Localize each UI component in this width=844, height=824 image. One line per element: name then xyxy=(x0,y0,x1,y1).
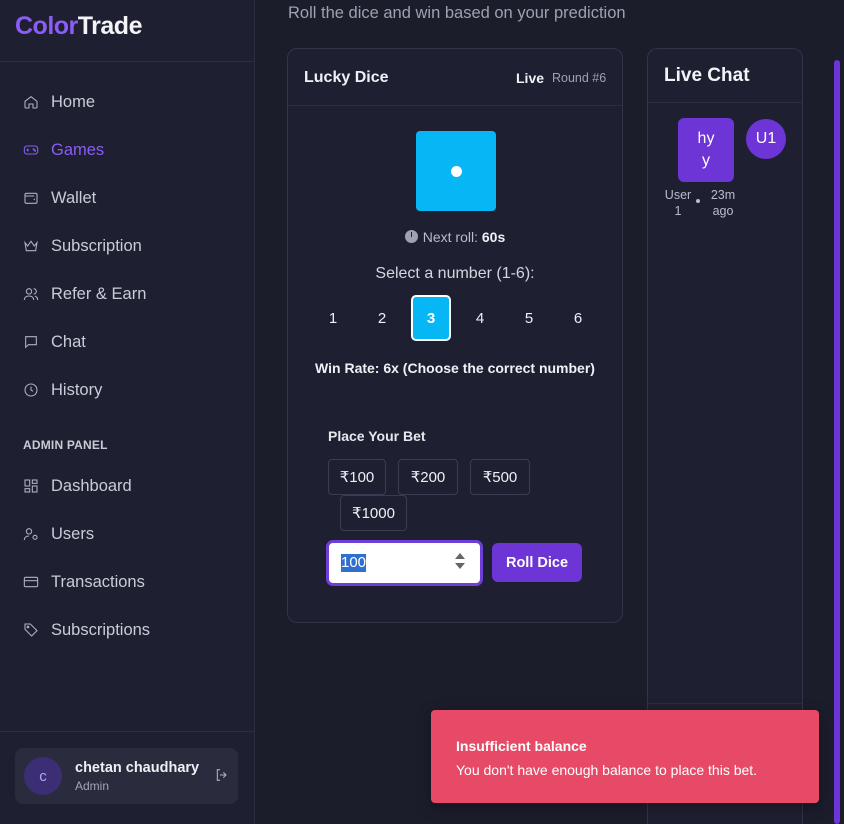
lucky-dice-card: Lucky Dice Live Round #6 Next roll: 60s … xyxy=(287,48,623,623)
number-option-6[interactable]: 6 xyxy=(558,295,598,341)
avatar[interactable]: c xyxy=(24,757,62,795)
sidebar-item-label: Users xyxy=(51,524,95,543)
bet-chip-1000[interactable]: ₹1000 xyxy=(340,495,407,531)
user-role: Admin xyxy=(75,779,110,793)
gamepad-icon xyxy=(22,141,40,159)
sidebar-item-chat[interactable]: Chat xyxy=(0,318,254,366)
tag-icon xyxy=(22,621,40,639)
sidebar-item-label: Subscriptions xyxy=(51,620,151,639)
brand-logo-part1: Color xyxy=(15,12,78,40)
chat-message-user: User 1 xyxy=(664,187,692,219)
sidebar-item-dashboard[interactable]: Dashboard xyxy=(0,462,254,510)
spinner-down-icon[interactable] xyxy=(455,563,465,569)
sidebar-item-refer-earn[interactable]: Refer & Earn xyxy=(0,270,254,318)
number-option-3[interactable]: 3 xyxy=(411,295,451,341)
game-card-header: Lucky Dice Live Round #6 xyxy=(288,49,622,106)
sidebar-item-label: Subscription xyxy=(51,236,142,255)
user-name: chetan chaudhary xyxy=(75,760,200,776)
sidebar-item-label: History xyxy=(51,380,103,399)
toast-title: Insufficient balance xyxy=(456,738,587,754)
sidebar-item-label: Home xyxy=(51,92,96,111)
chat-message-line: hy xyxy=(697,130,715,147)
user-profile-card: c chetan chaudhary Admin xyxy=(15,748,238,804)
sidebar-item-label: Games xyxy=(51,140,105,159)
logout-icon[interactable] xyxy=(214,767,232,785)
sidebar-item-games[interactable]: Games xyxy=(0,126,254,174)
sidebar-item-subscriptions[interactable]: Subscriptions xyxy=(0,606,254,654)
sidebar-item-home[interactable]: Home xyxy=(0,78,254,126)
number-option-2[interactable]: 2 xyxy=(362,295,402,341)
sidebar: ColorTrade Home Games Wallet Subscriptio… xyxy=(0,0,255,824)
number-option-1[interactable]: 1 xyxy=(313,295,353,341)
next-roll-timer: Next roll: 60s xyxy=(288,229,622,245)
bet-amount-value: 100 xyxy=(341,554,367,571)
bet-chip-100[interactable]: ₹100 xyxy=(328,459,386,495)
home-icon xyxy=(22,93,40,111)
sidebar-divider xyxy=(0,61,254,62)
users-icon xyxy=(22,285,40,303)
sidebar-item-label: Transactions xyxy=(51,572,145,591)
bet-amount-input[interactable]: 100 xyxy=(326,540,483,586)
clock-icon xyxy=(22,381,40,399)
sidebar-item-label: Dashboard xyxy=(51,476,132,495)
admin-panel-heading: ADMIN PANEL xyxy=(23,438,108,452)
sidebar-bottom-divider xyxy=(0,731,254,732)
win-rate-text: Win Rate: 6x (Choose the correct number) xyxy=(315,360,595,376)
live-status: Live xyxy=(516,70,545,86)
chat-title: Live Chat xyxy=(664,65,750,86)
clock-icon xyxy=(404,230,418,243)
next-roll-label: Next roll: xyxy=(422,229,478,245)
dice-pip xyxy=(451,166,462,177)
toast-message: You don't have enough balance to place t… xyxy=(456,762,758,778)
next-roll-value: 60s xyxy=(481,229,506,245)
error-toast[interactable]: Insufficient balance You don't have enou… xyxy=(431,710,819,803)
select-number-label: Select a number (1-6): xyxy=(375,265,535,282)
roll-dice-button[interactable]: Roll Dice xyxy=(492,543,582,582)
sidebar-item-label: Refer & Earn xyxy=(51,284,147,303)
card-icon xyxy=(22,573,40,591)
sidebar-item-transactions[interactable]: Transactions xyxy=(0,558,254,606)
number-option-5[interactable]: 5 xyxy=(509,295,549,341)
chat-avatar: U1 xyxy=(746,119,786,159)
sidebar-item-wallet[interactable]: Wallet xyxy=(0,174,254,222)
bet-chip-200[interactable]: ₹200 xyxy=(398,459,458,495)
chat-message-time: 23m ago xyxy=(706,187,740,219)
brand-logo-part2: Trade xyxy=(77,12,143,40)
game-title: Lucky Dice xyxy=(304,69,389,86)
page-subtitle: Roll the dice and win based on your pred… xyxy=(288,4,626,22)
chat-header: Live Chat xyxy=(648,49,802,103)
sidebar-item-users[interactable]: Users xyxy=(0,510,254,558)
sidebar-item-subscription[interactable]: Subscription xyxy=(0,222,254,270)
crown-icon xyxy=(22,237,40,255)
bet-chip-500[interactable]: ₹500 xyxy=(470,459,530,495)
chat-footer-divider xyxy=(648,703,802,704)
user-cog-icon xyxy=(22,525,40,543)
spinner-up-icon[interactable] xyxy=(455,553,465,559)
chat-time-line: 23m xyxy=(710,188,736,202)
chat-time-line: ago xyxy=(712,204,734,218)
brand-logo[interactable]: ColorTrade xyxy=(15,12,142,41)
number-spinner[interactable] xyxy=(455,553,465,573)
dice-face xyxy=(416,131,496,211)
wallet-icon xyxy=(22,189,40,207)
meta-separator xyxy=(696,199,700,203)
sidebar-item-label: Chat xyxy=(51,332,86,351)
dashboard-icon xyxy=(22,477,40,495)
chat-user-line: User xyxy=(664,188,692,202)
message-icon xyxy=(22,333,40,351)
live-chat-panel: Live Chat hy y U1 User 1 23m ago xyxy=(647,48,803,824)
chat-message-line: y xyxy=(702,152,710,169)
number-option-4[interactable]: 4 xyxy=(460,295,500,341)
chat-message-bubble: hy y xyxy=(678,118,734,182)
chat-user-line: 1 xyxy=(674,204,682,218)
sidebar-item-label: Wallet xyxy=(51,188,97,207)
round-number: Round #6 xyxy=(552,71,607,85)
page-scrollbar[interactable] xyxy=(834,60,840,824)
sidebar-item-history[interactable]: History xyxy=(0,366,254,414)
place-bet-label: Place Your Bet xyxy=(328,428,426,444)
